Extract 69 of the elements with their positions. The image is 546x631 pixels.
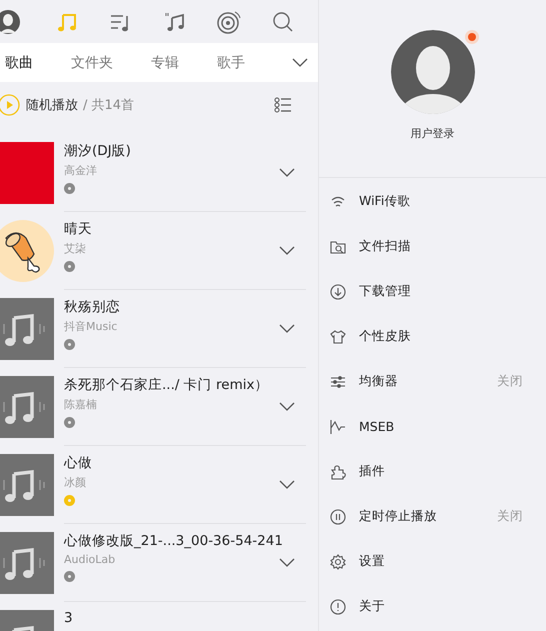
menu-item[interactable]: 下载管理	[319, 269, 546, 314]
menu-item[interactable]: 文件扫描	[319, 224, 546, 269]
status-value: 关闭	[497, 373, 523, 390]
shuffle-play-label[interactable]: 随机播放	[26, 96, 78, 114]
music-note-cover-icon	[0, 454, 54, 516]
song-title[interactable]: 心做修改版_21-...3_00-36-54-241	[64, 532, 283, 550]
menu-label: 设置	[359, 553, 385, 570]
user-avatar-icon[interactable]	[390, 30, 474, 114]
music-note-cover-icon	[0, 298, 54, 360]
song-title[interactable]: 3	[64, 610, 73, 626]
music-note-cover-icon	[0, 376, 54, 438]
search-icon[interactable]	[272, 10, 294, 32]
tab[interactable]: 歌曲	[5, 54, 33, 72]
menu-label: 定时停止播放	[359, 508, 437, 525]
avatar-icon[interactable]	[0, 8, 22, 34]
menu-item[interactable]: MSEB	[319, 404, 546, 449]
info-icon	[330, 598, 346, 614]
folder-search-icon	[330, 238, 346, 254]
artist-name: 高金洋	[64, 163, 97, 178]
tab[interactable]: 文件夹	[71, 54, 113, 72]
album-cover	[0, 142, 54, 204]
menu-item[interactable]: 个性皮肤	[319, 314, 546, 359]
song-count: / 共14首	[83, 97, 134, 114]
pulse-icon	[330, 418, 346, 434]
chevron-down-icon[interactable]	[279, 558, 295, 568]
menu-label: 个性皮肤	[359, 328, 411, 345]
song-title[interactable]: 潮汐(DJ版)	[64, 142, 131, 160]
artist-name: 冰颜	[64, 475, 86, 490]
artist-name: 陈嘉楠	[64, 397, 97, 412]
chevron-down-icon[interactable]	[279, 168, 295, 178]
menu-item[interactable]: 插件	[319, 449, 546, 494]
menu-label: MSEB	[359, 419, 394, 434]
menu-item[interactable]: 均衡器 关闭	[319, 359, 546, 404]
chevron-down-icon[interactable]	[292, 58, 308, 68]
disc-icon[interactable]	[216, 8, 242, 34]
menu-label: 关于	[359, 598, 385, 615]
user-login-link[interactable]: 用户登录	[410, 126, 454, 141]
menu-item[interactable]: 定时停止播放 关闭	[319, 494, 546, 539]
menu-label: 下载管理	[359, 283, 411, 300]
list-icon[interactable]	[274, 97, 292, 113]
puzzle-icon	[330, 464, 346, 480]
artist-name: 艾柒	[64, 241, 86, 256]
status-value: 关闭	[497, 508, 523, 525]
drumstick-icon	[0, 220, 54, 282]
shirt-icon	[330, 328, 346, 344]
sliders-icon	[330, 374, 346, 390]
tab[interactable]: 专辑	[151, 54, 179, 72]
tab[interactable]: 歌手	[217, 54, 245, 72]
song-title[interactable]: 秋殇别恋	[64, 298, 120, 316]
chevron-down-icon[interactable]	[279, 480, 295, 490]
chevron-down-icon[interactable]	[279, 402, 295, 412]
artist-name: 抖音Music	[64, 319, 118, 334]
music-note-cover-icon	[0, 532, 54, 594]
chevron-down-icon[interactable]	[279, 324, 295, 334]
menu-item[interactable]: WiFi传歌	[319, 179, 546, 224]
pause-circle-icon	[330, 508, 346, 524]
menu-label: 均衡器	[359, 373, 398, 390]
song-title[interactable]: 杀死那个石家庄.../ 卡门 remix）	[64, 376, 268, 394]
settings-icon	[330, 554, 346, 570]
menu-item[interactable]: 设置	[319, 539, 546, 584]
download-icon	[330, 284, 346, 300]
menu-label: 文件扫描	[359, 238, 411, 255]
song-title[interactable]: 心做	[64, 454, 92, 472]
chevron-down-icon[interactable]	[279, 246, 295, 256]
song-title[interactable]: 晴天	[64, 220, 92, 238]
menu-label: 插件	[359, 463, 385, 480]
menu-label: WiFi传歌	[359, 193, 410, 210]
artist-name: AudioLab	[64, 553, 116, 566]
menu-item[interactable]: 关于	[319, 584, 546, 629]
